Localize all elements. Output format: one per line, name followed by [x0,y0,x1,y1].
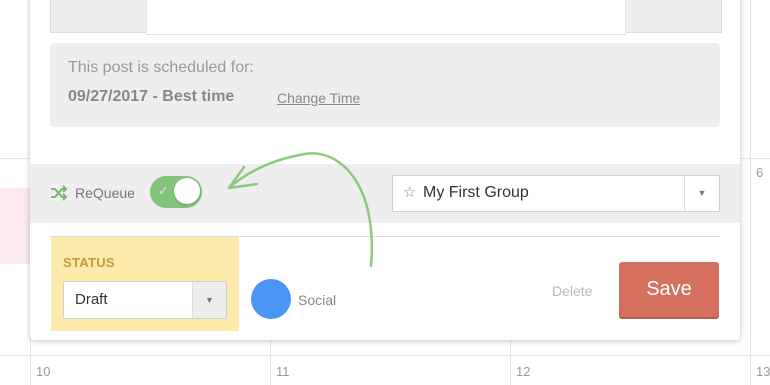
annotation-arrow [227,152,374,268]
